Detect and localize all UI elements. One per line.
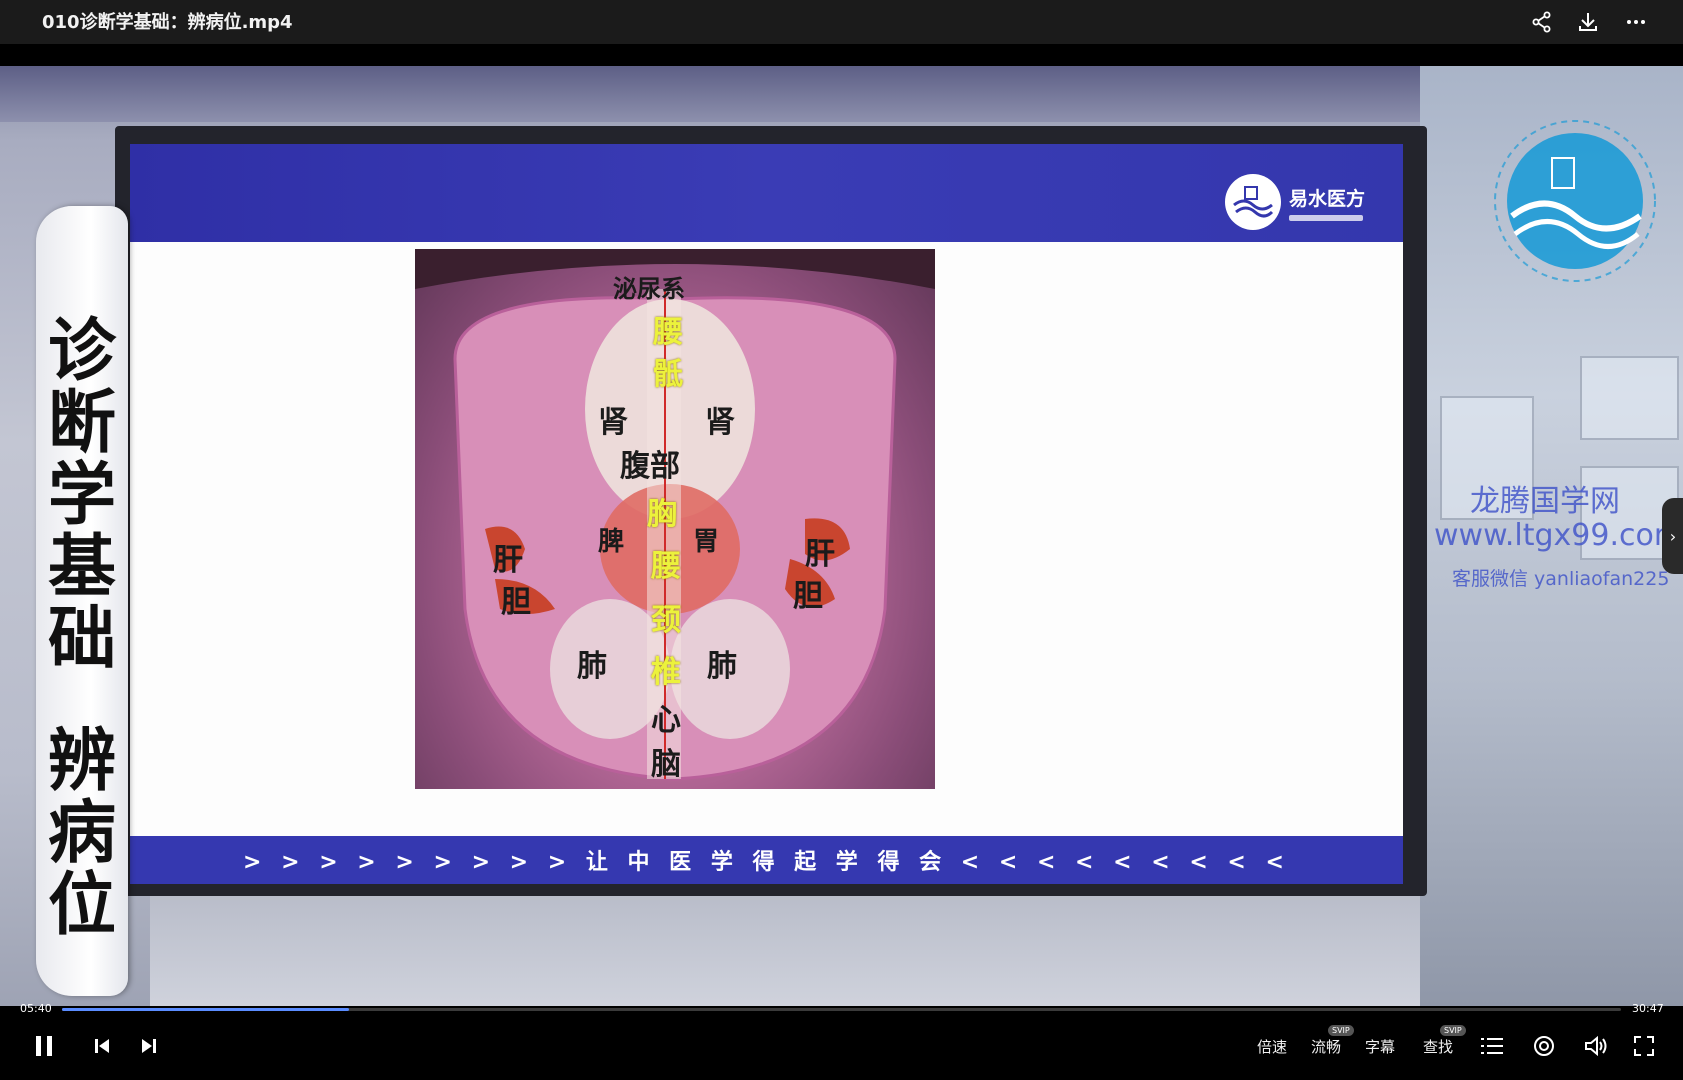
organ-label: 胃	[693, 527, 720, 557]
caption-lesson: 辨病位	[47, 722, 116, 945]
organ-label: 泌尿系	[613, 275, 685, 303]
watermark-site-name: 龙腾国学网	[1470, 484, 1620, 519]
organ-label: 脾	[598, 527, 625, 557]
watermark-url: www.ltgx99.com	[1434, 518, 1683, 553]
organ-label: 肝	[805, 537, 835, 572]
watermark-logo	[1494, 120, 1656, 282]
watermark-contact: 客服微信 yanliaofan225	[1452, 568, 1670, 590]
title-bar: 010诊断学基础：辨病位.mp4	[0, 0, 1683, 44]
download-icon[interactable]	[1574, 8, 1602, 36]
progress-fill	[62, 1008, 349, 1011]
settings-button[interactable]	[1530, 1032, 1558, 1060]
organ-label: 胸	[647, 497, 677, 532]
playlist-button[interactable]	[1478, 1032, 1506, 1060]
organ-label: 腰	[653, 315, 683, 350]
share-icon[interactable]	[1528, 8, 1556, 36]
skip-next-icon	[142, 1039, 156, 1053]
vertical-caption: 诊断学基础 辨病位	[36, 206, 128, 996]
previous-button[interactable]	[90, 1032, 114, 1060]
organ-label: 骶	[653, 357, 683, 392]
quality-button[interactable]: 流畅	[1306, 1032, 1346, 1060]
organ-label: 肝	[493, 543, 523, 578]
organ-label: 肺	[707, 649, 737, 684]
search-button[interactable]: 查找	[1418, 1032, 1458, 1060]
fullscreen-icon	[1634, 1036, 1654, 1056]
pause-button[interactable]	[30, 1032, 58, 1060]
organ-label: 心	[651, 703, 681, 738]
organ-label: 胆	[501, 585, 531, 620]
organ-label: 脑	[651, 747, 681, 782]
organ-label: 胆	[793, 579, 823, 614]
organ-label: 腹部	[620, 449, 680, 484]
subtitle-button[interactable]: 字幕	[1360, 1032, 1400, 1060]
slide-logo: 易水医方	[1225, 174, 1365, 230]
volume-icon	[1585, 1035, 1607, 1057]
brand-subtitle-mark	[1289, 214, 1363, 221]
chevron-right-icon: ›	[1669, 526, 1677, 546]
progress-bar[interactable]	[62, 1008, 1621, 1011]
brand-logo-icon	[1225, 174, 1281, 230]
organ-label: 肾	[705, 405, 735, 440]
organ-label: 肾	[598, 405, 628, 440]
organ-label: 椎	[651, 655, 681, 690]
skip-previous-icon	[95, 1039, 109, 1053]
presentation-slide: 易水医方 泌尿系 腰 骶 肾 肾 腹部 胸 脾 胃 肝 胆 肝 胆 腰 颈 椎 …	[130, 144, 1403, 884]
speed-label: 倍速	[1256, 1037, 1287, 1056]
slide-slogan: > > > > > > > > > 让 中 医 学 得 起 学 得 会 < < …	[243, 850, 1290, 875]
side-panel-toggle[interactable]: ›	[1662, 498, 1683, 574]
caption-course: 诊断学基础	[47, 312, 116, 679]
organ-label: 肺	[577, 649, 607, 684]
room-window	[1580, 356, 1679, 440]
volume-button[interactable]	[1582, 1032, 1610, 1060]
organ-label: 腰	[651, 549, 681, 584]
search-label: 查找	[1422, 1037, 1453, 1056]
video-frame[interactable]: 易水医方 泌尿系 腰 骶 肾 肾 腹部 胸 脾 胃 肝 胆 肝 胆 腰 颈 椎 …	[0, 66, 1683, 1006]
fullscreen-button[interactable]	[1630, 1032, 1658, 1060]
slide-header-band: 易水医方	[130, 144, 1403, 242]
next-button[interactable]	[137, 1032, 161, 1060]
list-icon	[1481, 1038, 1503, 1054]
tongue-diagram: 泌尿系 腰 骶 肾 肾 腹部 胸 脾 胃 肝 胆 肝 胆 腰 颈 椎 肺 肺 心…	[415, 249, 935, 789]
stage-floor	[150, 886, 1420, 1006]
pause-icon	[36, 1036, 52, 1056]
slide-footer-band: > > > > > > > > > 让 中 医 学 得 起 学 得 会 < < …	[130, 836, 1403, 884]
total-duration: 30:47	[1632, 1002, 1664, 1015]
window-title: 010诊断学基础：辨病位.mp4	[42, 12, 293, 33]
more-icon[interactable]	[1622, 8, 1650, 36]
current-time: 05:40	[20, 1002, 52, 1015]
speed-button[interactable]: 倍速	[1252, 1032, 1292, 1060]
settings-icon	[1534, 1036, 1554, 1056]
organ-label: 颈	[651, 603, 681, 638]
vip-badge: SVIP	[1440, 1025, 1466, 1036]
vip-badge: SVIP	[1328, 1025, 1354, 1036]
brand-name: 易水医方	[1289, 187, 1366, 210]
subtitle-label: 字幕	[1364, 1037, 1395, 1056]
quality-label: 流畅	[1310, 1037, 1341, 1056]
